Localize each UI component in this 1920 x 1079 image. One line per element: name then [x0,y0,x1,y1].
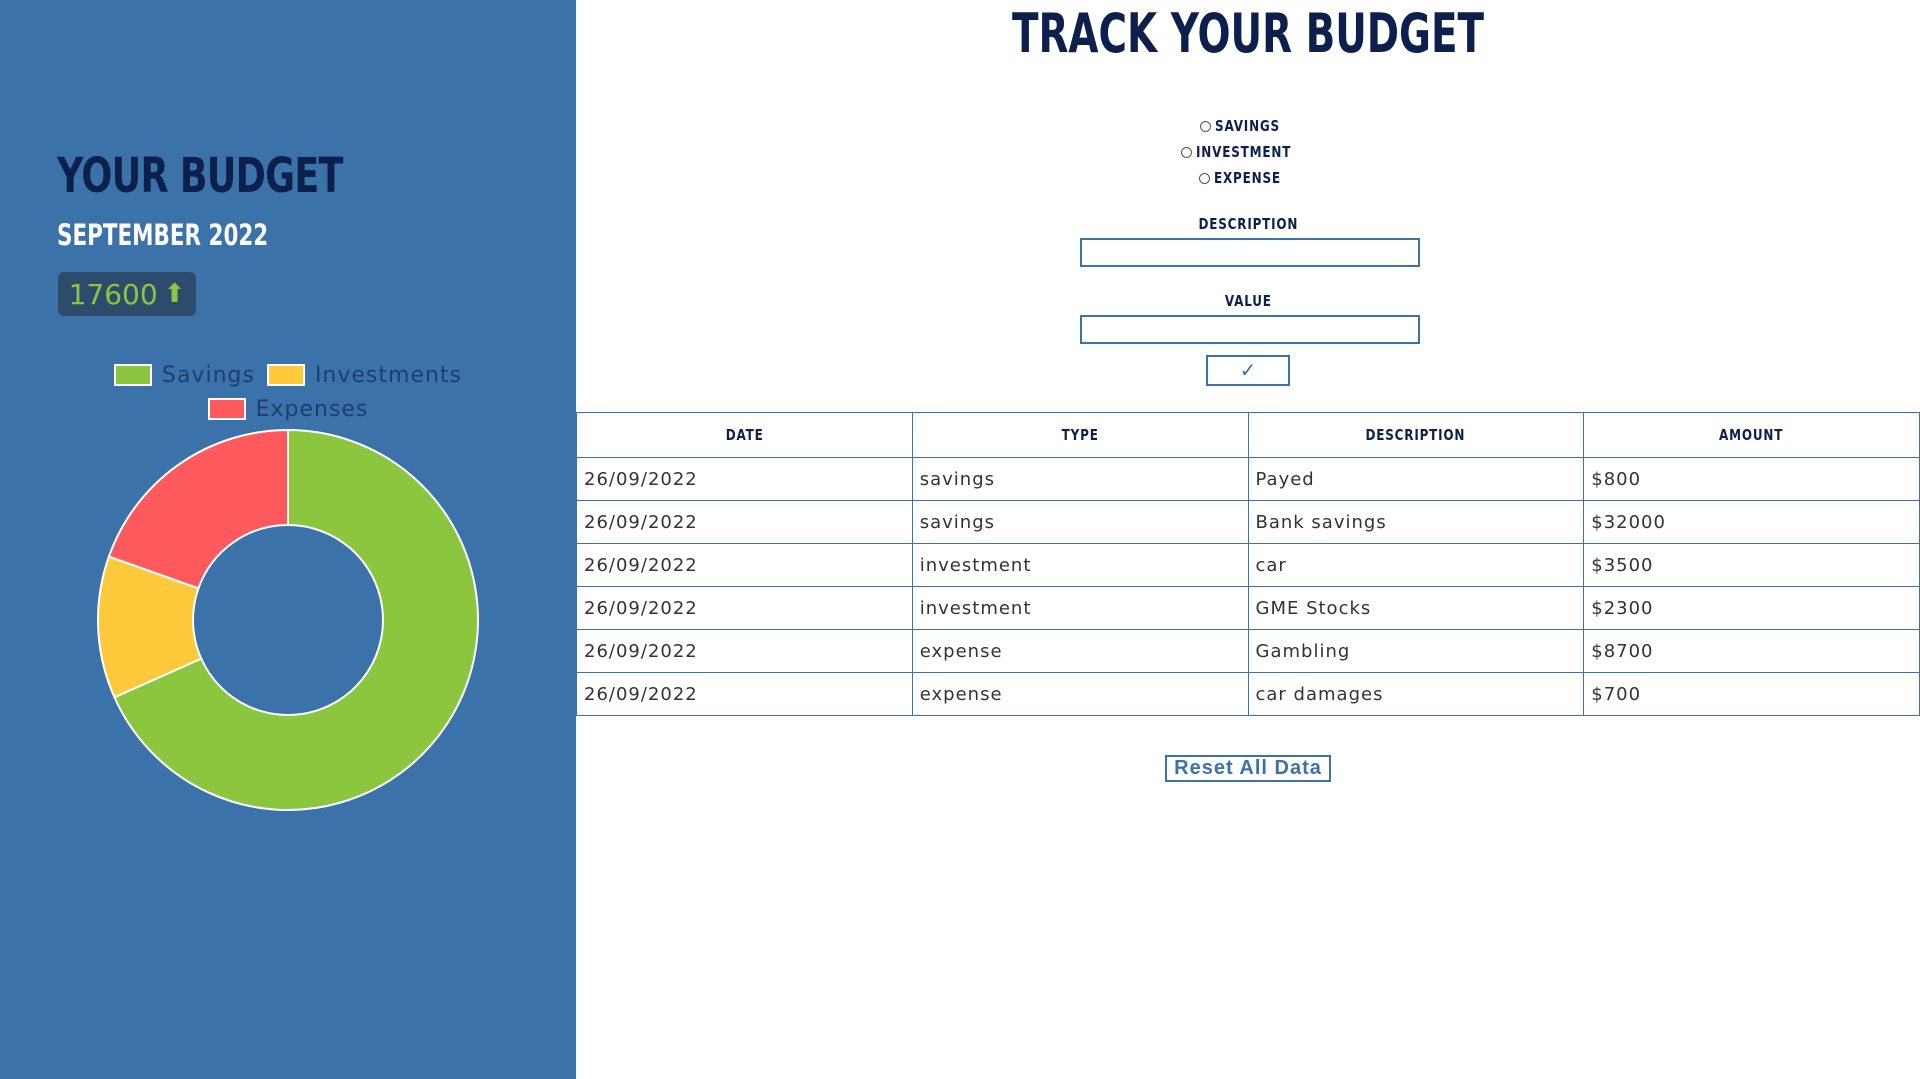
budget-donut-chart [97,428,479,811]
radio-expense[interactable]: EXPENSE [576,169,1920,187]
sidebar-title: YOUR BUDGET [57,148,343,204]
main-panel: TRACK YOUR BUDGET SAVINGS INVESTMENT EXP… [576,0,1920,1079]
column-header-amount: AMOUNT [1583,412,1920,458]
cell-description: Payed [1247,457,1585,501]
cell-date: 26/09/2022 [576,629,913,673]
balance-badge: 17600 ⬆ [58,272,196,316]
cell-amount: $700 [1583,672,1920,716]
legend-item-investments[interactable]: Investments [266,362,463,388]
cell-description: car [1247,543,1585,587]
transactions-table: DATE TYPE DESCRIPTION AMOUNT 26/09/2022 … [576,412,1920,716]
description-label: DESCRIPTION [1198,215,1298,233]
legend-item-savings[interactable]: Savings [113,362,255,388]
legend-swatch-investments [266,364,305,386]
legend-label-investments: Investments [314,362,463,388]
cell-date: 26/09/2022 [576,586,913,630]
legend-label-savings: Savings [161,362,255,388]
cell-type: savings [911,500,1249,544]
budget-month: SEPTEMBER 2022 [57,218,269,252]
cell-amount: $3500 [1583,543,1920,587]
cell-date: 26/09/2022 [576,543,913,587]
cell-type: investment [911,543,1249,587]
description-input[interactable] [1080,238,1420,267]
cell-amount: $8700 [1583,629,1920,673]
legend-label-expenses: Expenses [255,396,369,422]
radio-circle-icon[interactable] [1181,146,1192,158]
arrow-up-icon: ⬆ [163,279,186,309]
cell-type: expense [911,629,1249,673]
legend-item-expenses[interactable]: Expenses [207,396,369,422]
cell-type: investment [911,586,1249,630]
page-title: TRACK YOUR BUDGET [1011,2,1485,65]
cell-description: Gambling [1247,629,1585,673]
radio-label-savings: SAVINGS [1214,117,1280,135]
table-row: 26/09/2022 expense Gambling $8700 [576,629,1920,673]
column-header-date: DATE [576,412,913,458]
table-header-row: DATE TYPE DESCRIPTION AMOUNT [576,412,1920,458]
table-row: 26/09/2022 expense car damages $700 [576,672,1920,716]
cell-amount: $2300 [1583,586,1920,630]
cell-amount: $800 [1583,457,1920,501]
table-row: 26/09/2022 investment GME Stocks $2300 [576,586,1920,630]
radio-label-investment: INVESTMENT [1196,143,1292,161]
radio-investment[interactable]: INVESTMENT [576,143,1920,161]
cell-type: expense [911,672,1249,716]
column-header-description: DESCRIPTION [1247,412,1585,458]
legend-swatch-expenses [207,398,246,420]
cell-date: 26/09/2022 [576,457,913,501]
cell-description: car damages [1247,672,1585,716]
cell-date: 26/09/2022 [576,500,913,544]
submit-button[interactable]: ✓ [1206,355,1290,386]
cell-amount: $32000 [1583,500,1920,544]
cell-type: savings [911,457,1249,501]
legend-swatch-savings [113,364,152,386]
reset-all-data-button[interactable]: Reset All Data [1165,755,1331,782]
radio-label-expense: EXPENSE [1213,169,1281,187]
balance-value: 17600 [68,277,158,311]
table-row: 26/09/2022 savings Payed $800 [576,457,1920,501]
chart-legend: Savings Investments Expenses [0,358,576,426]
value-input[interactable] [1080,315,1420,344]
cell-date: 26/09/2022 [576,672,913,716]
table-row: 26/09/2022 investment car $3500 [576,543,1920,587]
table-row: 26/09/2022 savings Bank savings $32000 [576,500,1920,544]
donut-slice-expenses[interactable] [107,428,289,590]
value-label: VALUE [1224,292,1272,310]
cell-description: Bank savings [1247,500,1585,544]
radio-savings[interactable]: SAVINGS [576,117,1920,135]
radio-circle-icon[interactable] [1199,120,1211,132]
sidebar: YOUR BUDGET SEPTEMBER 2022 17600 ⬆ Savin… [0,0,576,1079]
cell-description: GME Stocks [1247,586,1585,630]
column-header-type: TYPE [911,412,1249,458]
radio-circle-icon[interactable] [1198,172,1210,184]
